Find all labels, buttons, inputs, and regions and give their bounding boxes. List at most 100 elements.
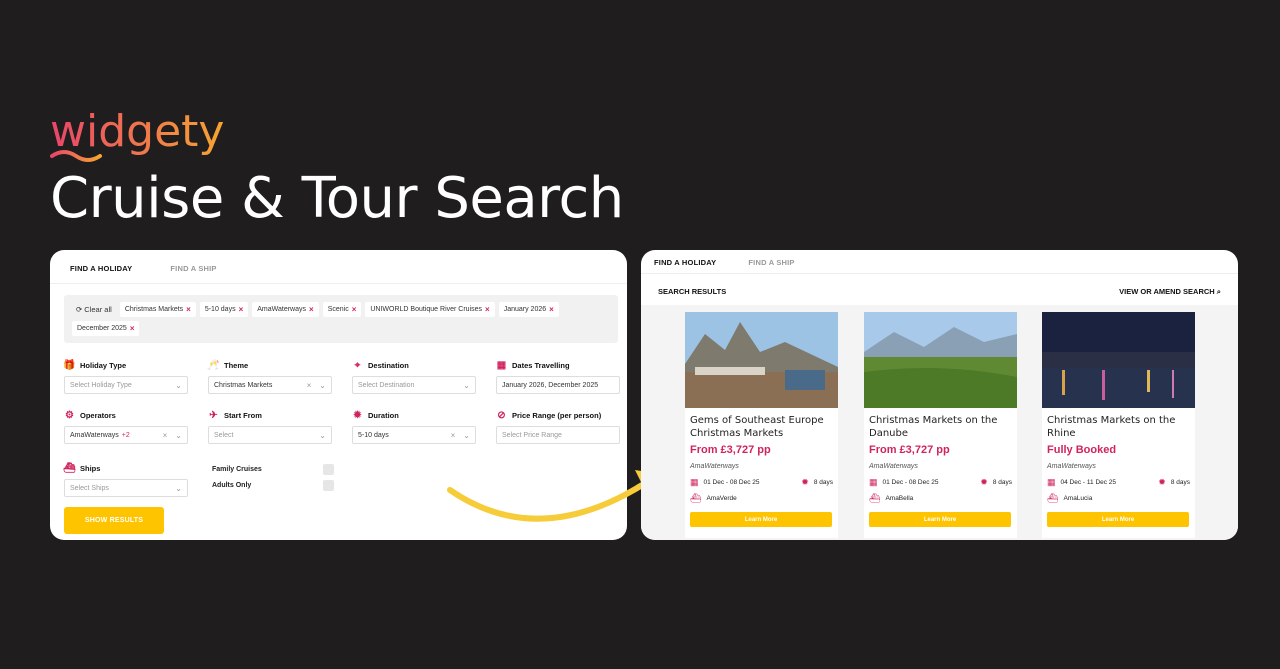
sun-icon: ✹	[801, 477, 809, 487]
learn-more-button[interactable]: Learn More	[1047, 512, 1189, 527]
close-icon[interactable]: ×	[239, 305, 244, 314]
close-icon[interactable]: ×	[309, 305, 314, 314]
card-price: From £3,727 pp	[869, 444, 950, 456]
sun-icon: ✹	[980, 477, 988, 487]
select-placeholder: Select Holiday Type	[70, 381, 132, 389]
close-icon[interactable]: ×	[186, 305, 191, 314]
price-range-select[interactable]: Select Price Range	[496, 426, 620, 444]
select-placeholder: Select Destination	[358, 381, 415, 389]
price-range-field: ⊘ Price Range (per person) Select Price R…	[496, 410, 620, 444]
adults-only-checkbox[interactable]	[323, 480, 334, 491]
card-ship-row: ⛴ AmaVerde	[685, 493, 838, 504]
chevron-down-icon: ⌄	[463, 380, 470, 390]
tab-find-ship[interactable]: FIND A SHIP	[170, 264, 216, 283]
card-ship-row: ⛴ AmaBella	[864, 493, 1017, 504]
card-ship: AmaVerde	[706, 495, 737, 502]
chip-label: UNIWORLD Boutique River Cruises	[370, 306, 483, 313]
card-ship: AmaLucia	[1063, 495, 1093, 502]
filter-chip[interactable]: Christmas Markets ×	[119, 302, 196, 317]
cruise-image	[864, 312, 1017, 408]
card-title: Gems of Southeast Europe Christmas Marke…	[690, 415, 824, 439]
field-label: Duration	[368, 411, 399, 420]
chip-label: December 2025	[77, 325, 127, 332]
close-icon[interactable]: ×	[130, 324, 135, 333]
select-placeholder: Select Price Range	[502, 431, 562, 439]
filter-chip[interactable]: UNIWORLD Boutique River Cruises ×	[365, 302, 495, 317]
learn-more-button[interactable]: Learn More	[690, 512, 832, 527]
close-icon[interactable]: ×	[352, 305, 357, 314]
card-meta: ▦ 01 Dec - 08 Dec 25 ✹ 8 days	[685, 477, 838, 488]
results-panel: FIND A HOLIDAY FIND A SHIP SEARCH RESULT…	[641, 250, 1238, 540]
card-price: From £3,727 pp	[690, 444, 771, 456]
widgety-logo: widgety	[50, 106, 270, 164]
family-cruises-checkbox[interactable]	[323, 464, 334, 475]
select-placeholder: Select	[214, 431, 234, 439]
field-label: Theme	[224, 361, 249, 370]
chip-label: AmaWaterways	[257, 306, 307, 313]
filter-chip[interactable]: 5-10 days ×	[199, 302, 249, 317]
ships-select[interactable]: Select Ships ⌄	[64, 479, 188, 497]
search-icon: ⌕	[1216, 286, 1221, 296]
card-dates: 01 Dec - 08 Dec 25	[882, 479, 939, 486]
calendar-icon: ▦	[690, 477, 699, 487]
holiday-type-select[interactable]: Select Holiday Type ⌄	[64, 376, 188, 394]
card-meta: ▦ 01 Dec - 08 Dec 25 ✹ 8 days	[864, 477, 1017, 488]
result-card[interactable]: Gems of Southeast Europe Christmas Marke…	[685, 312, 838, 538]
operators-field: ⚙ Operators AmaWaterways +2 × ⌄	[64, 410, 188, 444]
duration-field: ✹ Duration 5-10 days × ⌄	[352, 410, 476, 444]
card-operator: AmaWaterways	[869, 463, 918, 470]
result-card[interactable]: Christmas Markets on the Danube From £3,…	[864, 312, 1017, 538]
show-results-button[interactable]: SHOW RESULTS	[64, 507, 164, 534]
filter-chip[interactable]: Scenic ×	[322, 302, 362, 317]
price-tag-icon: ⊘	[497, 410, 506, 421]
learn-more-button[interactable]: Learn More	[869, 512, 1011, 527]
tab-find-holiday[interactable]: FIND A HOLIDAY	[654, 258, 716, 273]
start-from-select[interactable]: Select ⌄	[208, 426, 332, 444]
close-icon[interactable]: ×	[485, 305, 490, 314]
drinks-icon: 🥂	[207, 360, 220, 371]
chevron-down-icon: ⌄	[175, 380, 182, 390]
refresh-icon: ⟳	[76, 305, 83, 314]
filter-chip[interactable]: AmaWaterways ×	[252, 302, 319, 317]
amend-search-link[interactable]: VIEW OR AMEND SEARCH ⌕	[1119, 287, 1221, 297]
card-dates: 04 Dec - 11 Dec 25	[1060, 479, 1117, 486]
cruise-image	[685, 312, 838, 408]
select-value: AmaWaterways	[70, 431, 119, 439]
chevron-down-icon: ⌄	[319, 380, 326, 390]
gift-icon: 🎁	[63, 360, 76, 371]
calendar-icon: ▦	[1047, 477, 1056, 487]
tab-find-ship[interactable]: FIND A SHIP	[748, 258, 794, 273]
chip-label: Christmas Markets	[124, 306, 184, 313]
logo-wordmark: widgety	[50, 106, 224, 162]
filter-chip[interactable]: January 2026 ×	[498, 302, 559, 317]
map-pin-icon: ⌖	[354, 360, 361, 371]
tab-find-holiday[interactable]: FIND A HOLIDAY	[70, 264, 132, 283]
filter-chip[interactable]: December 2025 ×	[72, 321, 140, 336]
settings-icon: ⚙	[65, 410, 74, 421]
ship-icon: ⛴	[63, 463, 76, 474]
operators-select[interactable]: AmaWaterways +2 × ⌄	[64, 426, 188, 444]
dates-input[interactable]: January 2026, December 2025	[496, 376, 620, 394]
clear-all-button[interactable]: ⟳ Clear all	[72, 302, 116, 317]
close-icon[interactable]: ×	[307, 381, 312, 390]
field-label: Holiday Type	[80, 361, 127, 370]
card-meta: ▦ 04 Dec - 11 Dec 25 ✹ 8 days	[1042, 477, 1195, 488]
card-price: Fully Booked	[1047, 444, 1117, 456]
ship-icon: ⛴	[869, 493, 881, 503]
destination-select[interactable]: Select Destination ⌄	[352, 376, 476, 394]
input-value: January 2026, December 2025	[502, 381, 599, 389]
select-value: Christmas Markets	[214, 381, 273, 389]
close-icon[interactable]: ×	[163, 431, 168, 440]
field-label: Ships	[80, 464, 101, 473]
select-value: 5-10 days	[358, 431, 389, 439]
results-header: SEARCH RESULTS VIEW OR AMEND SEARCH ⌕	[641, 280, 1238, 303]
ships-field: ⛴ Ships Select Ships ⌄	[63, 463, 188, 497]
result-card[interactable]: Christmas Markets on the Rhine Fully Boo…	[1042, 312, 1195, 538]
field-label: Operators	[80, 411, 116, 420]
duration-select[interactable]: 5-10 days × ⌄	[352, 426, 476, 444]
field-label: Dates Travelling	[512, 361, 570, 370]
theme-select[interactable]: Christmas Markets × ⌄	[208, 376, 332, 394]
close-icon[interactable]: ×	[451, 431, 456, 440]
close-icon[interactable]: ×	[549, 305, 554, 314]
destination-field: ⌖ Destination Select Destination ⌄	[352, 360, 476, 394]
